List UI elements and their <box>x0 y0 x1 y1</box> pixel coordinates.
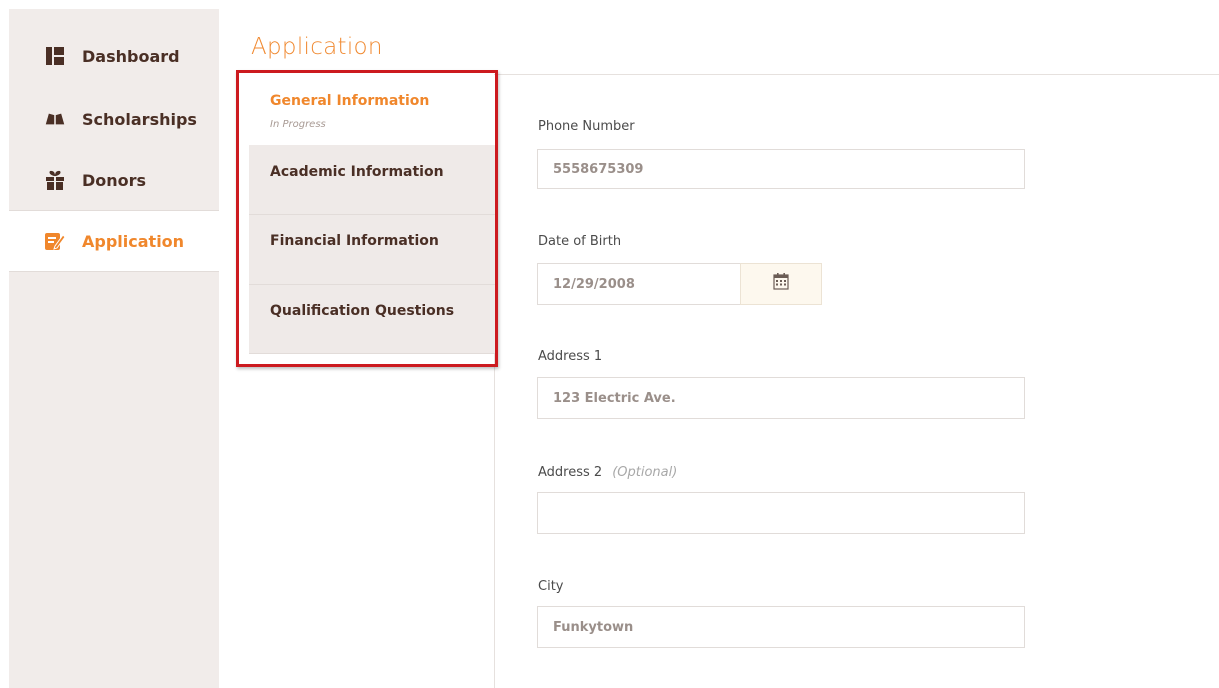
sidebar-item-scholarships[interactable]: Scholarships <box>9 89 219 149</box>
city-input[interactable] <box>537 606 1025 648</box>
address2-label-text: Address 2 <box>538 465 603 480</box>
step-title: Academic Information <box>270 164 444 180</box>
step-list: General Information In Progress Academic… <box>249 75 495 354</box>
step-title: Qualification Questions <box>270 303 455 319</box>
phone-label: Phone Number <box>538 119 635 134</box>
calendar-icon <box>773 273 789 295</box>
sidebar-item-label: Application <box>82 231 185 251</box>
address1-label: Address 1 <box>538 349 603 364</box>
step-status: In Progress <box>270 119 326 130</box>
optional-tag: (Optional) <box>612 465 678 480</box>
sidebar-item-label: Donors <box>82 170 147 190</box>
dob-input[interactable] <box>537 263 742 305</box>
page-title: Application <box>251 34 383 60</box>
step-financial-information[interactable]: Financial Information <box>249 215 495 285</box>
city-label: City <box>538 579 564 594</box>
step-title: General Information <box>270 93 430 109</box>
sidebar-item-dashboard[interactable]: Dashboard <box>9 26 219 86</box>
sidebar-item-application[interactable]: Application <box>9 210 219 272</box>
dashboard-icon <box>45 46 65 66</box>
sidebar-item-label: Scholarships <box>82 109 197 129</box>
phone-input[interactable] <box>537 149 1025 189</box>
header-divider <box>495 74 1219 75</box>
calendar-button[interactable] <box>740 263 822 305</box>
sidebar-item-label: Dashboard <box>82 46 180 66</box>
step-academic-information[interactable]: Academic Information <box>249 145 495 215</box>
gift-icon <box>45 170 65 190</box>
address2-input[interactable] <box>537 492 1025 534</box>
book-icon <box>45 109 65 129</box>
sidebar-item-donors[interactable]: Donors <box>9 150 219 210</box>
dob-label: Date of Birth <box>538 234 622 249</box>
step-general-information[interactable]: General Information In Progress <box>249 75 495 146</box>
address2-label: Address 2 (Optional) <box>538 465 677 480</box>
step-title: Financial Information <box>270 233 439 249</box>
address1-input[interactable] <box>537 377 1025 419</box>
step-qualification-questions[interactable]: Qualification Questions <box>249 285 495 354</box>
edit-icon <box>45 231 65 251</box>
sidebar: Dashboard Scholarships Donors Applicatio… <box>9 9 219 688</box>
